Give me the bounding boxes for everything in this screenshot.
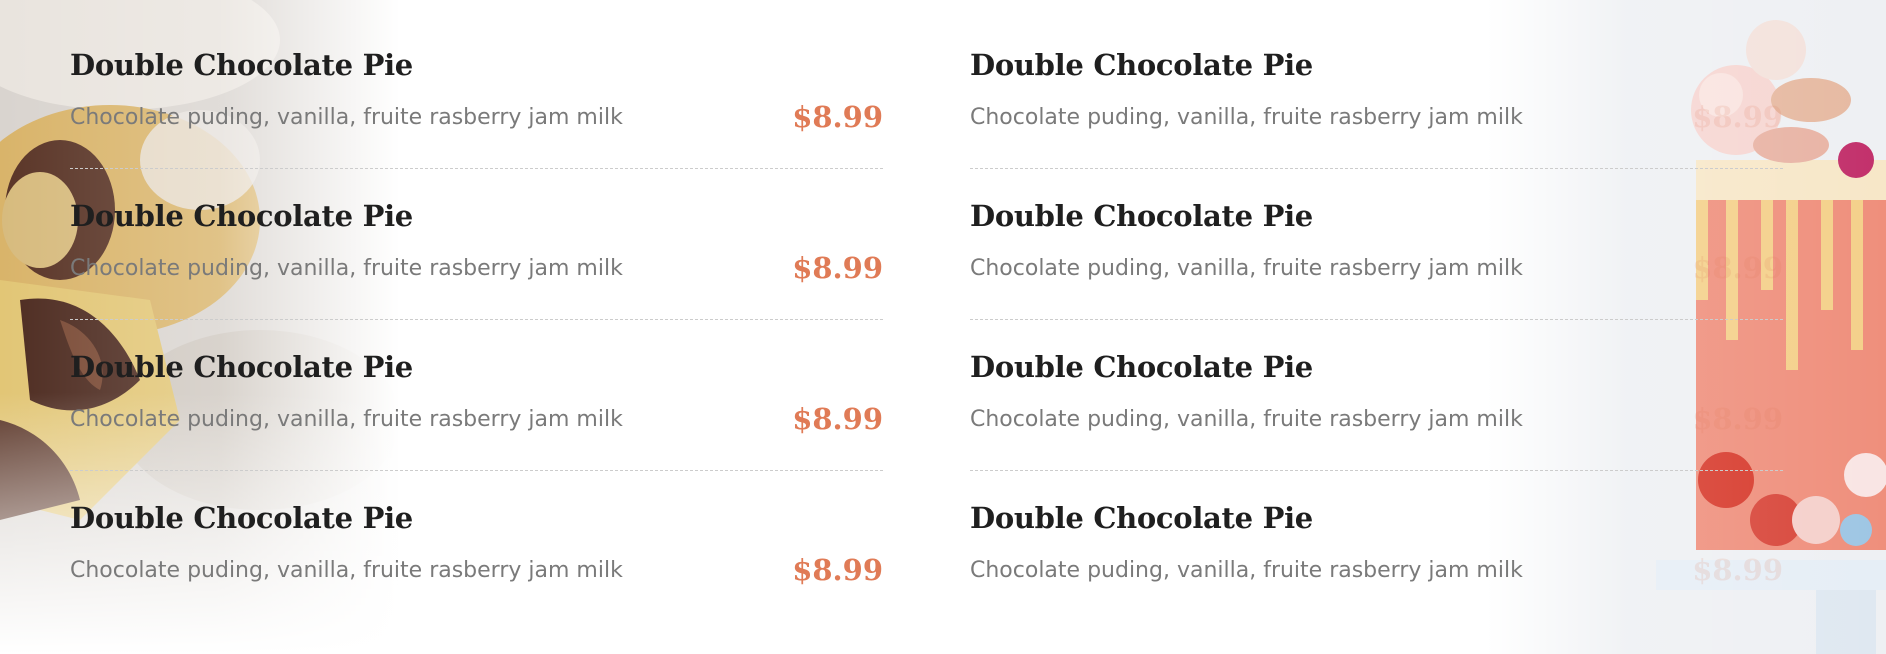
divider bbox=[70, 168, 883, 169]
menu-item-price: $8.99 bbox=[1692, 100, 1783, 134]
divider bbox=[970, 319, 1783, 320]
menu-item: Double Chocolate Pie Chocolate puding, v… bbox=[970, 40, 1783, 191]
menu-item-price: $8.99 bbox=[792, 553, 883, 587]
menu-item-price: $8.99 bbox=[792, 251, 883, 285]
menu-item: Double Chocolate Pie Chocolate puding, v… bbox=[970, 191, 1783, 342]
divider bbox=[70, 319, 883, 320]
menu-item-price: $8.99 bbox=[792, 100, 883, 134]
divider bbox=[970, 168, 1783, 169]
menu-item-title: Double Chocolate Pie bbox=[70, 48, 413, 82]
menu-section: Double Chocolate Pie Chocolate puding, v… bbox=[0, 0, 1886, 654]
divider bbox=[970, 470, 1783, 471]
menu-column-left: Double Chocolate Pie Chocolate puding, v… bbox=[70, 40, 883, 644]
menu-item-price: $8.99 bbox=[1692, 402, 1783, 436]
menu-item-title: Double Chocolate Pie bbox=[970, 48, 1313, 82]
menu-item-title: Double Chocolate Pie bbox=[970, 501, 1313, 535]
menu-item-title: Double Chocolate Pie bbox=[970, 199, 1313, 233]
menu-item-price: $8.99 bbox=[792, 402, 883, 436]
menu-item: Double Chocolate Pie Chocolate puding, v… bbox=[970, 493, 1783, 644]
menu-item-description: Chocolate puding, vanilla, fruite rasber… bbox=[70, 558, 623, 583]
divider bbox=[70, 470, 883, 471]
menu-item-title: Double Chocolate Pie bbox=[70, 199, 413, 233]
menu-item-price: $8.99 bbox=[1692, 553, 1783, 587]
menu-item: Double Chocolate Pie Chocolate puding, v… bbox=[970, 342, 1783, 493]
menu-item: Double Chocolate Pie Chocolate puding, v… bbox=[70, 191, 883, 342]
menu-column-right: Double Chocolate Pie Chocolate puding, v… bbox=[970, 40, 1783, 644]
menu-item: Double Chocolate Pie Chocolate puding, v… bbox=[70, 493, 883, 644]
menu-item-price: $8.99 bbox=[1692, 251, 1783, 285]
menu-item-description: Chocolate puding, vanilla, fruite rasber… bbox=[970, 256, 1523, 281]
menu-item-title: Double Chocolate Pie bbox=[70, 501, 413, 535]
menu-item-description: Chocolate puding, vanilla, fruite rasber… bbox=[70, 256, 623, 281]
menu-item-title: Double Chocolate Pie bbox=[970, 350, 1313, 384]
menu-item-description: Chocolate puding, vanilla, fruite rasber… bbox=[70, 407, 623, 432]
menu-item: Double Chocolate Pie Chocolate puding, v… bbox=[70, 40, 883, 191]
menu-item-title: Double Chocolate Pie bbox=[70, 350, 413, 384]
menu-item: Double Chocolate Pie Chocolate puding, v… bbox=[70, 342, 883, 493]
menu-item-description: Chocolate puding, vanilla, fruite rasber… bbox=[970, 558, 1523, 583]
menu-item-description: Chocolate puding, vanilla, fruite rasber… bbox=[970, 105, 1523, 130]
menu-item-description: Chocolate puding, vanilla, fruite rasber… bbox=[70, 105, 623, 130]
menu-item-description: Chocolate puding, vanilla, fruite rasber… bbox=[970, 407, 1523, 432]
